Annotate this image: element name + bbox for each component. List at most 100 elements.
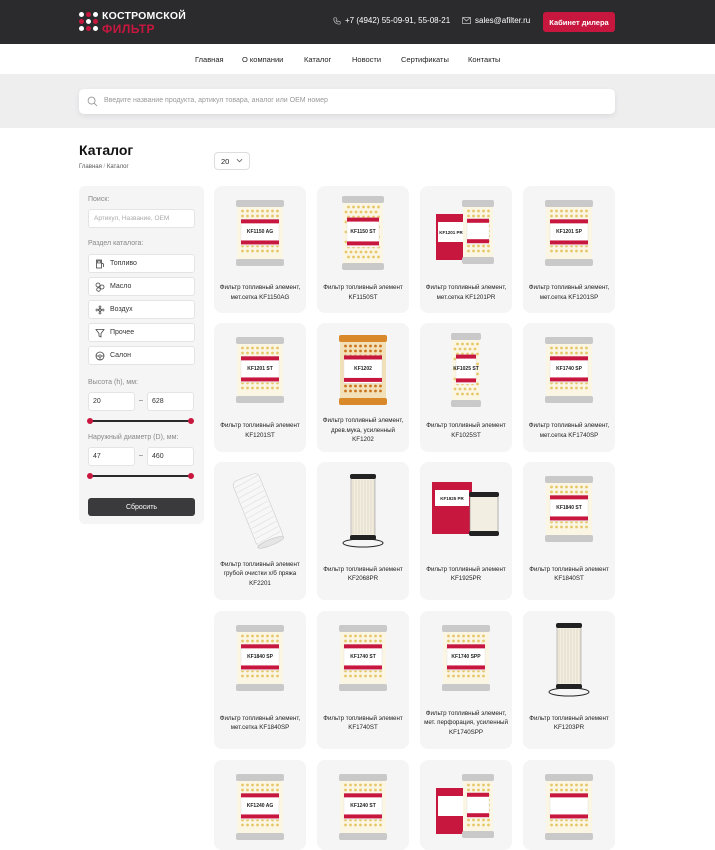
diameter-slider-max-handle[interactable]: [188, 473, 194, 479]
product-image[interactable]: [420, 766, 512, 848]
category-other[interactable]: Прочее: [88, 323, 195, 342]
product-title[interactable]: Фильтр топливный элемент KF1203PR: [527, 714, 611, 733]
nav-item-contacts[interactable]: Контакты: [468, 55, 500, 64]
product-card[interactable]: KF1201 ST Фильтр топливный элемент KF120…: [214, 323, 306, 452]
height-slider-max-handle[interactable]: [188, 418, 194, 424]
product-title[interactable]: Фильтр топливный элемент KF1740ST: [321, 714, 405, 733]
product-card[interactable]: KF1740 ST Фильтр топливный элемент KF174…: [317, 611, 409, 749]
product-image[interactable]: KF1240 AG: [214, 766, 306, 848]
product-title[interactable]: Фильтр топливный элемент KF1025ST: [424, 421, 508, 440]
nav-item-about[interactable]: О компании: [242, 55, 283, 64]
product-card[interactable]: KF1840 SP Фильтр топливный элемент, мет.…: [214, 611, 306, 749]
height-min-input[interactable]: 20: [88, 392, 135, 411]
svg-text:KF1740 SPP: KF1740 SPP: [451, 654, 481, 660]
product-title[interactable]: Фильтр топливный элемент, древ.мука, уси…: [321, 416, 405, 445]
category-air-label: Воздух: [110, 306, 133, 313]
product-image[interactable]: KF1201 ST: [214, 329, 306, 411]
height-slider-min-handle[interactable]: [87, 418, 93, 424]
product-image[interactable]: [523, 617, 615, 699]
product-card[interactable]: KF1150 AG Фильтр топливный элемент, мет.…: [214, 186, 306, 313]
product-image[interactable]: KF1025 ST: [420, 329, 512, 411]
product-image[interactable]: KF1201 PR: [420, 192, 512, 274]
product-title[interactable]: Фильтр топливный элемент KF1840ST: [527, 565, 611, 584]
product-card[interactable]: [523, 760, 615, 850]
svg-text:KF1240 ST: KF1240 ST: [350, 803, 376, 809]
product-image[interactable]: KF1740 SPP: [420, 617, 512, 699]
logo[interactable]: КОСТРОМСКОЙ ФИЛЬТР: [79, 10, 186, 36]
product-image[interactable]: KF1202: [317, 329, 409, 411]
funnel-icon: [95, 329, 105, 338]
product-image[interactable]: KF1840 ST: [523, 468, 615, 550]
product-image[interactable]: [214, 468, 306, 550]
diameter-slider[interactable]: [87, 473, 194, 479]
product-title[interactable]: Фильтр топливный элемент KF1201ST: [218, 421, 302, 440]
category-oil-label: Масло: [110, 283, 132, 290]
email-link[interactable]: sales@afilter.ru: [462, 16, 530, 25]
svg-text:KF1201 PR: KF1201 PR: [439, 230, 463, 235]
search-placeholder: Введите название продукта, артикул товар…: [104, 97, 328, 104]
per-page-select[interactable]: 20: [214, 152, 250, 170]
product-card[interactable]: KF1201 SP Фильтр топливный элемент, мет.…: [523, 186, 615, 313]
dealer-cabinet-button[interactable]: Кабинет дилера: [543, 12, 615, 32]
product-image[interactable]: KF1925 PR: [420, 468, 512, 550]
product-card[interactable]: KF1740 SP Фильтр топливный элемент, мет.…: [523, 323, 615, 452]
product-card[interactable]: KF1240 AG: [214, 760, 306, 850]
filter-search-input[interactable]: Артикул, Название, OEM: [88, 209, 195, 228]
search-input[interactable]: Введите название продукта, артикул товар…: [79, 89, 615, 114]
breadcrumb-home[interactable]: Главная: [79, 164, 102, 170]
height-max-input[interactable]: 628: [147, 392, 194, 411]
product-image[interactable]: [523, 766, 615, 848]
category-air[interactable]: Воздух: [88, 300, 195, 319]
category-fuel[interactable]: Топливо: [88, 254, 195, 273]
product-title[interactable]: Фильтр топливный элемент, мет.сетка KF18…: [218, 714, 302, 733]
product-title[interactable]: Фильтр топливный элемент, мет.сетка KF11…: [218, 283, 302, 302]
product-title[interactable]: Фильтр топливный элемент, мет.сетка KF12…: [424, 283, 508, 302]
product-title[interactable]: Фильтр топливный элемент, мет.сетка KF12…: [527, 283, 611, 302]
product-image[interactable]: [317, 468, 409, 550]
product-card[interactable]: KF1740 SPP Фильтр топливный элемент, мет…: [420, 611, 512, 749]
product-title[interactable]: Фильтр топливный элемент, мет. перфораци…: [424, 709, 508, 738]
nav-item-home[interactable]: Главная: [195, 55, 224, 64]
product-image[interactable]: KF1840 SP: [214, 617, 306, 699]
product-title[interactable]: Фильтр топливный элемент KF1925PR: [424, 565, 508, 584]
product-image[interactable]: KF1150 ST: [317, 192, 409, 274]
product-image[interactable]: KF1740 SP: [523, 329, 615, 411]
product-title[interactable]: Фильтр топливный элемент, мет.сетка KF17…: [527, 421, 611, 440]
svg-text:KF1740 SP: KF1740 SP: [556, 366, 583, 372]
height-slider[interactable]: [87, 418, 194, 424]
diameter-slider-min-handle[interactable]: [87, 473, 93, 479]
product-title[interactable]: Фильтр топливный элемент KF1150ST: [321, 283, 405, 302]
search-icon: [87, 96, 98, 107]
svg-text:KF1202: KF1202: [354, 366, 372, 372]
product-title[interactable]: Фильтр топливный элемент KF2068PR: [321, 565, 405, 584]
product-card[interactable]: KF1202 Фильтр топливный элемент, древ.му…: [317, 323, 409, 452]
product-card[interactable]: [420, 760, 512, 850]
svg-text:KF1840 ST: KF1840 ST: [556, 505, 582, 511]
product-image[interactable]: KF1201 SP: [523, 192, 615, 274]
nav-item-news[interactable]: Новости: [352, 55, 381, 64]
product-card[interactable]: KF1925 PR Фильтр топливный элемент KF192…: [420, 462, 512, 600]
product-card[interactable]: KF1201 PR Фильтр топливный элемент, мет.…: [420, 186, 512, 313]
reset-button[interactable]: Сбросить: [88, 498, 195, 516]
product-image[interactable]: KF1740 ST: [317, 617, 409, 699]
product-title[interactable]: Фильтр топливный элемент грубой очистки …: [218, 560, 302, 589]
product-card[interactable]: Фильтр топливный элемент KF2068PR: [317, 462, 409, 600]
mail-icon: [462, 17, 471, 25]
nav-item-catalog[interactable]: Каталог: [304, 55, 331, 64]
product-image[interactable]: KF1240 ST: [317, 766, 409, 848]
svg-text:KF1925 PR: KF1925 PR: [440, 496, 464, 501]
diameter-max-input[interactable]: 460: [147, 447, 194, 466]
product-card[interactable]: Фильтр топливный элемент грубой очистки …: [214, 462, 306, 600]
product-card[interactable]: Фильтр топливный элемент KF1203PR: [523, 611, 615, 749]
product-image[interactable]: KF1150 AG: [214, 192, 306, 274]
phone-link[interactable]: +7 (4942) 55-09-91, 55-08-21: [333, 16, 450, 25]
oil-icon: [95, 282, 105, 292]
nav-item-certificates[interactable]: Сертификаты: [401, 55, 449, 64]
product-card[interactable]: KF1840 ST Фильтр топливный элемент KF184…: [523, 462, 615, 600]
category-cabin[interactable]: Салон: [88, 346, 195, 365]
diameter-min-input[interactable]: 47: [88, 447, 135, 466]
product-card[interactable]: KF1150 ST Фильтр топливный элемент KF115…: [317, 186, 409, 313]
product-card[interactable]: KF1025 ST Фильтр топливный элемент KF102…: [420, 323, 512, 452]
product-card[interactable]: KF1240 ST: [317, 760, 409, 850]
category-oil[interactable]: Масло: [88, 277, 195, 296]
